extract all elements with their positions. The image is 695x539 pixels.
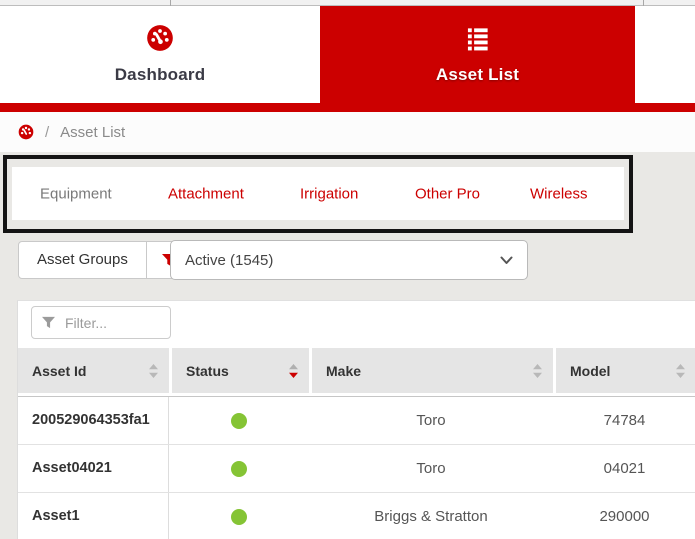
cell-model: 74784 <box>553 397 695 444</box>
sort-carets-icon <box>675 363 686 379</box>
column-header-model[interactable]: Model <box>556 348 695 393</box>
column-header-status[interactable]: Status <box>172 348 309 393</box>
tab-asset-list[interactable]: Asset List <box>320 6 635 103</box>
breadcrumb-separator: / <box>45 124 49 141</box>
status-dot-green <box>231 461 247 477</box>
sort-carets-icon-desc <box>288 363 299 379</box>
asset-groups-label: Asset Groups <box>19 242 146 278</box>
main-nav: Dashboard Asset List <box>0 6 695 103</box>
column-label: Asset Id <box>32 363 148 379</box>
cell-asset-id: Asset1 <box>18 493 169 539</box>
home-gauge-icon[interactable] <box>18 124 34 140</box>
list-icon <box>464 25 491 52</box>
cell-model: 04021 <box>553 445 695 492</box>
category-tab-irrigation[interactable]: Irrigation <box>300 185 358 202</box>
cell-asset-id: Asset04021 <box>18 445 169 492</box>
table-row[interactable]: Asset04021 Toro 04021 <box>18 445 695 493</box>
tab-asset-list-label: Asset List <box>436 65 519 85</box>
filter-field <box>31 306 171 339</box>
category-tab-attachment[interactable]: Attachment <box>168 185 244 202</box>
sort-carets-icon <box>532 363 543 379</box>
cell-asset-id: 200529064353fa1 <box>18 397 169 444</box>
column-label: Status <box>186 363 288 379</box>
breadcrumb-current: Asset List <box>60 124 125 141</box>
category-tab-equipment[interactable]: Equipment <box>40 185 112 202</box>
gauge-icon <box>146 24 174 52</box>
breadcrumb: / Asset List <box>0 112 695 152</box>
cell-make: Toro <box>309 445 553 492</box>
cell-make: Briggs & Stratton <box>309 493 553 539</box>
cell-model: 290000 <box>553 493 695 539</box>
table-body: 200529064353fa1 Toro 74784 Asset04021 To… <box>18 396 695 539</box>
chevron-down-icon <box>500 256 513 265</box>
table-row[interactable]: 200529064353fa1 Toro 74784 <box>18 397 695 445</box>
column-label: Make <box>326 363 532 379</box>
highlight-box: Equipment Attachment Irrigation Other Pr… <box>3 155 633 233</box>
status-dot-green <box>231 413 247 429</box>
asset-group-select-value: Active (1545) <box>185 252 500 269</box>
table-row[interactable]: Asset1 Briggs & Stratton 290000 <box>18 493 695 539</box>
funnel-icon <box>41 316 56 329</box>
cell-make: Toro <box>309 397 553 444</box>
cell-status <box>169 397 309 444</box>
tab-dashboard[interactable]: Dashboard <box>0 6 320 103</box>
table-header: Asset Id Status Make Model <box>18 348 695 393</box>
nav-accent-bar <box>0 103 695 112</box>
app-window: Dashboard Asset List <box>0 0 695 539</box>
category-tab-wireless[interactable]: Wireless <box>530 185 588 202</box>
asset-group-select[interactable]: Active (1545) <box>170 240 528 280</box>
column-header-make[interactable]: Make <box>312 348 553 393</box>
asset-groups-button[interactable]: Asset Groups <box>18 241 193 279</box>
column-header-asset-id[interactable]: Asset Id <box>18 348 169 393</box>
status-dot-green <box>231 509 247 525</box>
asset-table-panel: Asset Id Status Make Model <box>17 300 695 539</box>
tab-dashboard-label: Dashboard <box>115 65 206 85</box>
category-tab-other-pro[interactable]: Other Pro <box>415 185 480 202</box>
cell-status <box>169 493 309 539</box>
cell-status <box>169 445 309 492</box>
category-tab-bar: Equipment Attachment Irrigation Other Pr… <box>12 167 624 220</box>
sort-carets-icon <box>148 363 159 379</box>
column-label: Model <box>570 363 675 379</box>
